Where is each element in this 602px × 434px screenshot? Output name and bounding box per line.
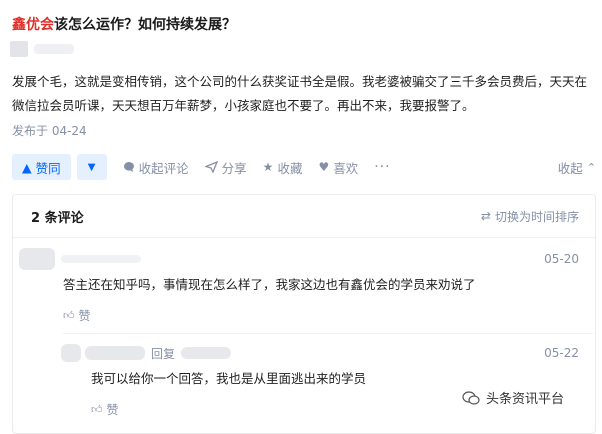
like-label: 喜欢	[333, 160, 359, 176]
avatar[interactable]	[10, 41, 28, 57]
sort-toggle-button[interactable]: ⇄ 切换为时间排序	[481, 208, 579, 225]
answer-text: 发展个毛，这就是变相传销，这个公司的什么获奖证书全是假。我老婆被骗交了三千多会员…	[12, 74, 588, 113]
more-button[interactable]: ···	[374, 159, 390, 175]
comment-like-button[interactable]: 👍︎ 赞	[63, 307, 595, 324]
comments-header: 2 条评论 ⇄ 切换为时间排序	[13, 195, 595, 238]
replier-avatar-blurred[interactable]	[61, 344, 81, 362]
star-icon: ★	[262, 160, 274, 174]
author-info[interactable]	[10, 40, 74, 58]
action-bar: ▲ 赞同 ▼ 收起评论 分享 ★ 收藏 ♥ 喜欢 ··· 收起 ⌃	[12, 154, 596, 180]
watermark: 头条资讯平台	[462, 388, 564, 407]
reply-text: 我可以给你一个回答，我也是从里面逃出来的学员	[91, 371, 367, 386]
commenter-avatar-blurred[interactable]	[19, 248, 55, 270]
upvote-button[interactable]: ▲ 赞同	[12, 154, 71, 180]
reply-date: 05-22	[544, 346, 579, 360]
collapse-button[interactable]: 收起 ⌃	[558, 158, 596, 177]
question-title-rest: 该怎么运作？如何持续发展？	[54, 17, 236, 33]
author-name-blurred[interactable]	[34, 44, 74, 54]
comment-like-label: 赞	[78, 309, 91, 323]
collapse-label: 收起	[557, 160, 583, 176]
heart-icon: ♥	[318, 160, 330, 174]
share-label: 分享	[221, 160, 247, 176]
question-title[interactable]: 鑫优会该怎么运作？如何持续发展？	[12, 14, 236, 34]
commenter-name-blurred[interactable]	[61, 255, 141, 263]
reply-label: 回复	[151, 346, 176, 361]
reply-meta: 回复 05-22	[13, 341, 595, 365]
triangle-up-icon: ▲	[22, 159, 32, 175]
reply-like-label: 赞	[106, 403, 119, 417]
sort-label: 切换为时间排序	[494, 209, 579, 224]
chevron-up-icon: ⌃	[586, 160, 596, 174]
wechat-icon	[462, 390, 480, 405]
downvote-button[interactable]: ▼	[76, 154, 107, 180]
collect-comments-label: 收起评论	[138, 160, 189, 176]
comment-meta: 05-20	[13, 247, 595, 271]
collect-comments-button[interactable]: 收起评论	[123, 158, 189, 177]
comment-count: 2 条评论	[31, 210, 84, 226]
comment-text: 答主还在知乎吗，事情现在怎么样了，我家这边也有鑫优会的学员来劝说了	[63, 277, 476, 292]
question-title-highlight: 鑫优会	[12, 17, 54, 33]
thumbs-up-icon: 👍︎	[63, 309, 75, 322]
favorite-button[interactable]: ★ 收藏	[263, 158, 303, 177]
watermark-text: 头条资讯平台	[486, 392, 565, 407]
comment-item: 05-20 答主还在知乎吗，事情现在怎么样了，我家这边也有鑫优会的学员来劝说了 …	[13, 247, 595, 324]
thumbs-up-icon: 👍︎	[91, 403, 103, 416]
comment-divider	[63, 333, 593, 334]
replier-name-blurred[interactable]	[85, 346, 145, 360]
upvote-label: 赞同	[35, 160, 61, 176]
switch-arrows-icon: ⇄	[480, 209, 491, 223]
like-button[interactable]: ♥ 喜欢	[318, 158, 358, 177]
published-date: 发布于 04-24	[12, 124, 87, 138]
comment-bubble-icon	[123, 162, 134, 172]
comment-date: 05-20	[544, 252, 579, 266]
triangle-down-icon: ▼	[87, 161, 96, 173]
share-button[interactable]: 分享	[204, 158, 247, 177]
reply-target-blurred[interactable]	[181, 347, 232, 359]
paper-plane-icon	[204, 161, 218, 173]
favorite-label: 收藏	[277, 160, 303, 176]
